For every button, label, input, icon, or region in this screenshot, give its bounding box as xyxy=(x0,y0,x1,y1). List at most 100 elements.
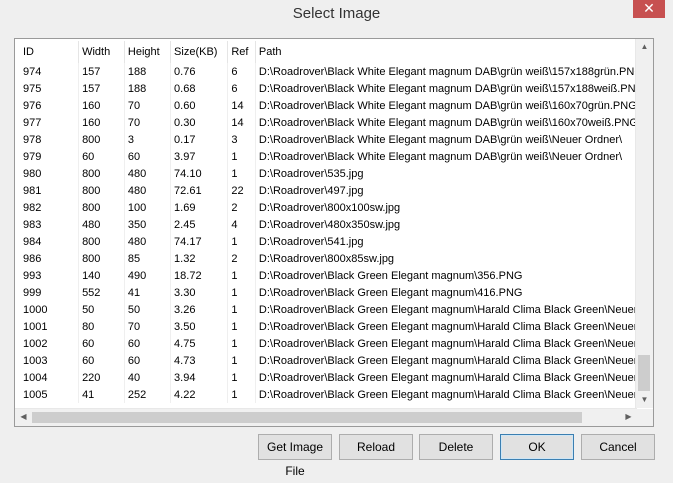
table-row[interactable]: 1004 220 40 3.94 1 D:\Roadrover\Black Green E… xyxy=(20,369,653,386)
cell-path: D:\Roadrover\Black Green Elegant magnum\… xyxy=(255,369,653,386)
cell-id: 977 xyxy=(20,114,80,131)
cell-height: 70 xyxy=(124,318,172,335)
cell-ref: 2 xyxy=(227,250,256,267)
table-row[interactable]: 978 800 3 0.17 3 D:\Roadrover\Black White Ele… xyxy=(20,131,653,148)
table-row[interactable]: 975 157 188 0.68 6 D:\Roadrover\Black White E… xyxy=(20,80,653,97)
cell-size: 0.68 xyxy=(170,80,229,97)
cell-id: 981 xyxy=(20,182,80,199)
cell-path: D:\Roadrover\Black Green Elegant magnum\… xyxy=(255,335,653,352)
cell-width: 800 xyxy=(78,199,125,216)
table-row[interactable]: 980 800 480 74.10 1 D:\Roadrover\535.jpg xyxy=(20,165,653,182)
cell-width: 480 xyxy=(78,216,125,233)
table-row[interactable]: 1002 60 60 4.75 1 D:\Roadrover\Black Green El… xyxy=(20,335,653,352)
cell-path: D:\Roadrover\480x350sw.jpg xyxy=(255,216,653,233)
cell-id: 999 xyxy=(20,284,80,301)
vertical-scrollbar[interactable]: ▲ ▼ xyxy=(635,39,653,408)
table-row[interactable]: 993 140 490 18.72 1 D:\Roadrover\Black Green … xyxy=(20,267,653,284)
cell-size: 0.17 xyxy=(170,131,229,148)
cell-width: 220 xyxy=(78,369,125,386)
cell-id: 1005 xyxy=(20,386,80,403)
cell-height: 480 xyxy=(124,182,172,199)
cell-size: 3.94 xyxy=(170,369,229,386)
cell-width: 140 xyxy=(78,267,125,284)
cell-height: 85 xyxy=(124,250,172,267)
table-row[interactable]: 977 160 70 0.30 14 D:\Roadrover\Black White E… xyxy=(20,114,653,131)
table-row[interactable]: 974 157 188 0.76 6 D:\Roadrover\Black White E… xyxy=(20,63,653,80)
cell-size: 74.17 xyxy=(170,233,229,250)
cell-path: D:\Roadrover\Black Green Elegant magnum\… xyxy=(255,267,653,284)
cell-width: 552 xyxy=(78,284,125,301)
reload-button[interactable]: Reload xyxy=(339,434,413,460)
ok-button[interactable]: OK xyxy=(500,434,574,460)
cell-size: 0.30 xyxy=(170,114,229,131)
cell-ref: 14 xyxy=(227,114,256,131)
table-row[interactable]: 983 480 350 2.45 4 D:\Roadrover\480x350sw.jpg xyxy=(20,216,653,233)
table-row[interactable]: 976 160 70 0.60 14 D:\Roadrover\Black White E… xyxy=(20,97,653,114)
cell-ref: 3 xyxy=(227,131,256,148)
cell-size: 3.30 xyxy=(170,284,229,301)
cell-width: 157 xyxy=(78,80,125,97)
cell-height: 350 xyxy=(124,216,172,233)
scrollbar-corner xyxy=(636,409,653,426)
cell-size: 4.75 xyxy=(170,335,229,352)
table-row[interactable]: 982 800 100 1.69 2 D:\Roadrover\800x100sw.jpg xyxy=(20,199,653,216)
column-header-path[interactable]: Path xyxy=(255,41,653,63)
delete-button[interactable]: Delete xyxy=(419,434,493,460)
horizontal-scrollbar[interactable]: ◀ ▶ xyxy=(15,408,637,426)
cell-ref: 1 xyxy=(227,386,256,403)
cell-height: 70 xyxy=(124,97,172,114)
cell-path: D:\Roadrover\541.jpg xyxy=(255,233,653,250)
cell-ref: 1 xyxy=(227,301,256,318)
cell-id: 980 xyxy=(20,165,80,182)
table-row[interactable]: 986 800 85 1.32 2 D:\Roadrover\800x85sw.jpg xyxy=(20,250,653,267)
horizontal-scroll-thumb[interactable] xyxy=(32,412,582,423)
cell-id: 1001 xyxy=(20,318,80,335)
column-header-id[interactable]: ID xyxy=(20,41,80,63)
cell-path: D:\Roadrover\497.jpg xyxy=(255,182,653,199)
cell-path: D:\Roadrover\Black Green Elegant magnum\… xyxy=(255,318,653,335)
table-row[interactable]: 979 60 60 3.97 1 D:\Roadrover\Black White Ele… xyxy=(20,148,653,165)
cell-width: 41 xyxy=(78,386,125,403)
cell-size: 72.61 xyxy=(170,182,229,199)
cell-height: 60 xyxy=(124,352,172,369)
cell-width: 80 xyxy=(78,318,125,335)
cell-height: 50 xyxy=(124,301,172,318)
get-image-file-button[interactable]: Get Image File xyxy=(258,434,332,478)
column-header-ref[interactable]: Ref xyxy=(227,41,256,63)
cell-ref: 1 xyxy=(227,352,256,369)
header-row: ID Width Height Size(KB) Ref Path xyxy=(20,41,653,63)
vertical-scroll-thumb[interactable] xyxy=(638,355,650,391)
cell-path: D:\Roadrover\Black Green Elegant magnum\… xyxy=(255,352,653,369)
cell-id: 984 xyxy=(20,233,80,250)
column-header-height[interactable]: Height xyxy=(124,41,172,63)
cell-size: 0.60 xyxy=(170,97,229,114)
cell-size: 2.45 xyxy=(170,216,229,233)
table-row[interactable]: 999 552 41 3.30 1 D:\Roadrover\Black Green El… xyxy=(20,284,653,301)
cell-height: 100 xyxy=(124,199,172,216)
image-table: ID Width Height Size(KB) Ref Path 974 157… xyxy=(20,41,653,403)
cell-height: 188 xyxy=(124,63,172,80)
cell-ref: 14 xyxy=(227,97,256,114)
cell-height: 490 xyxy=(124,267,172,284)
table-row[interactable]: 984 800 480 74.17 1 D:\Roadrover\541.jpg xyxy=(20,233,653,250)
table-row[interactable]: 1005 41 252 4.22 1 D:\Roadrover\Black Green E… xyxy=(20,386,653,403)
table-row[interactable]: 1003 60 60 4.73 1 D:\Roadrover\Black Green El… xyxy=(20,352,653,369)
cancel-button[interactable]: Cancel xyxy=(581,434,655,460)
scroll-right-icon[interactable]: ▶ xyxy=(620,412,637,421)
image-list[interactable]: ID Width Height Size(KB) Ref Path 974 157… xyxy=(14,38,654,427)
scroll-down-icon[interactable]: ▼ xyxy=(636,395,653,404)
close-button[interactable]: ✕ xyxy=(633,0,665,18)
cell-width: 800 xyxy=(78,165,125,182)
column-header-width[interactable]: Width xyxy=(78,41,125,63)
cell-path: D:\Roadrover\Black White Elegant magnum … xyxy=(255,114,653,131)
cell-size: 4.22 xyxy=(170,386,229,403)
cell-ref: 2 xyxy=(227,199,256,216)
scroll-up-icon[interactable]: ▲ xyxy=(636,42,653,51)
scroll-left-icon[interactable]: ◀ xyxy=(15,412,32,421)
table-row[interactable]: 981 800 480 72.61 22 D:\Roadrover\497.jpg xyxy=(20,182,653,199)
cell-path: D:\Roadrover\Black White Elegant magnum … xyxy=(255,97,653,114)
cell-ref: 6 xyxy=(227,80,256,97)
table-row[interactable]: 1000 50 50 3.26 1 D:\Roadrover\Black Green El… xyxy=(20,301,653,318)
column-header-size[interactable]: Size(KB) xyxy=(170,41,229,63)
table-row[interactable]: 1001 80 70 3.50 1 D:\Roadrover\Black Green El… xyxy=(20,318,653,335)
